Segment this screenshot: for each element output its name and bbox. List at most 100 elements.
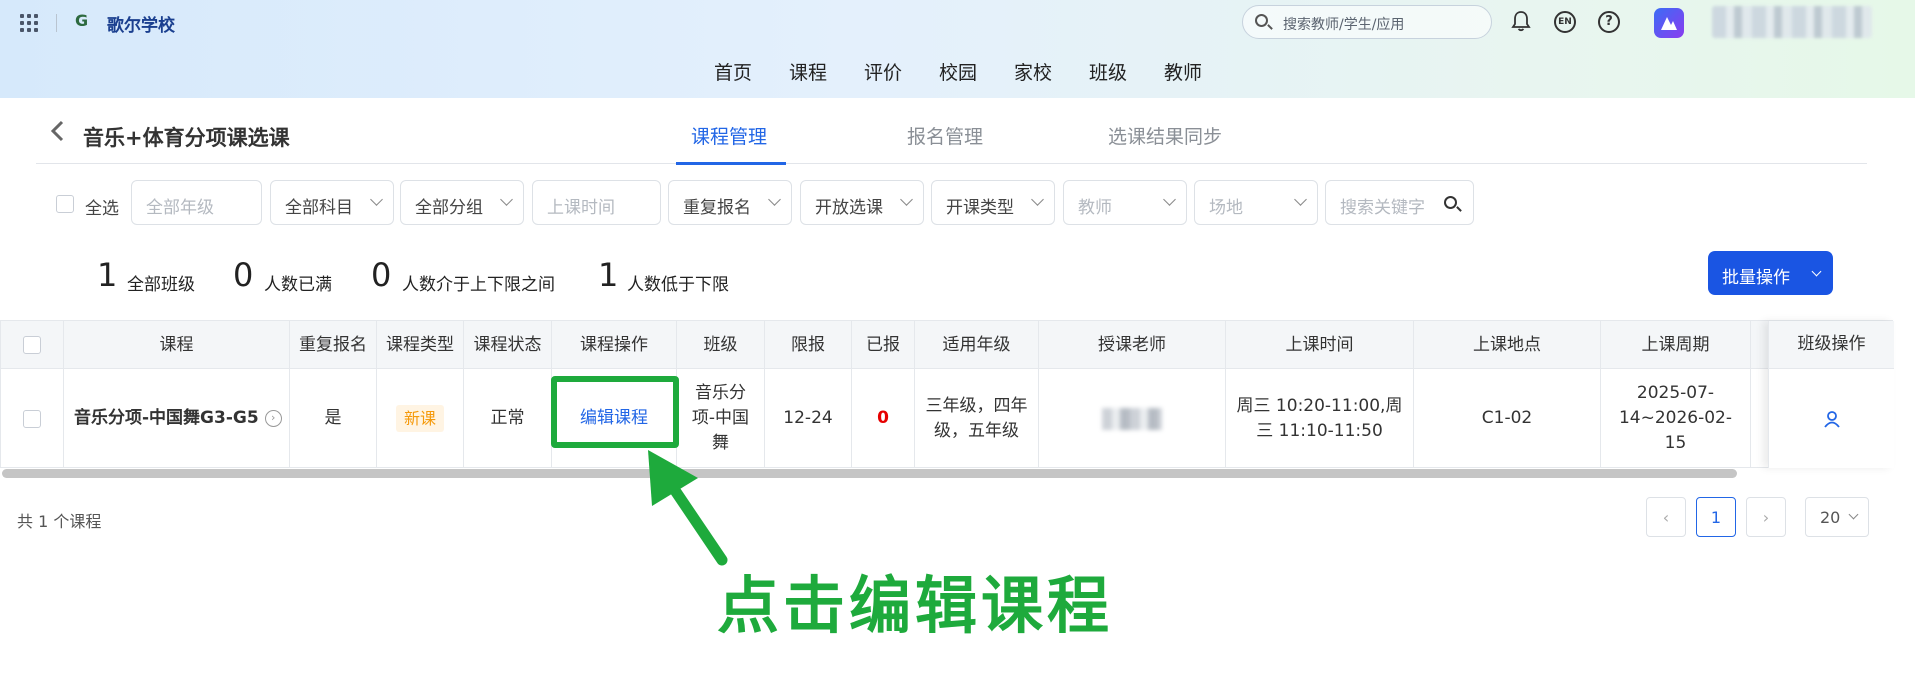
chevron-down-icon [1294,193,1307,206]
stat-between-label: 人数介于上下限之间 [402,275,555,295]
chevron-right-circle-icon[interactable]: › [264,410,282,427]
filter-subject[interactable]: 全部科目 [270,180,394,225]
active-tab-indicator [676,162,786,165]
back-arrow-icon[interactable] [50,120,64,142]
row-checkbox[interactable] [23,409,41,428]
search-icon [1444,196,1457,209]
top-header: G 歌尔学校 搜索教师/学生/应用 EN ? 首页 课程 评价 校园 家校 班级… [0,0,1915,98]
header-time: 上课时间 [1226,321,1414,369]
tab-enrollment-management[interactable]: 报名管理 [907,122,983,149]
table-row-course: 音乐分项-中国舞G3-G5 › [64,369,290,468]
user-icon[interactable] [1823,410,1841,428]
chevron-down-icon [1811,266,1822,277]
global-search-input[interactable]: 搜索教师/学生/应用 [1242,5,1492,39]
main-nav: 首页 课程 评价 校园 家校 班级 教师 [0,58,1915,88]
help-icon[interactable]: ? [1598,11,1620,33]
filter-course-type[interactable]: 开课类型 [931,180,1055,225]
row-enrolled-cell: 0 [852,369,915,468]
keyword-search-input[interactable]: 搜索关键字 [1325,180,1474,225]
filter-teacher-label: 教师 [1078,198,1112,218]
filter-grade-label: 全部年级 [146,198,214,218]
row-select-cell [1,369,64,468]
filter-open-selection[interactable]: 开放选课 [800,180,924,225]
row-teacher-cell [1039,369,1226,468]
row-class-operation-cell [1769,369,1894,468]
filter-grade[interactable]: 全部年级 [131,180,262,225]
row-type-cell: 新课 [377,369,464,468]
stat-below-label: 人数低于下限 [627,275,729,295]
select-all-label: 全选 [85,199,119,219]
stat-full-label: 人数已满 [264,275,332,295]
row-status: 正常 [464,369,552,468]
annotation-highlight-box [551,376,679,448]
row-repeat: 是 [290,369,377,468]
nav-item-home-school[interactable]: 家校 [1014,58,1052,85]
page-number-button[interactable]: 1 [1696,497,1736,537]
header-class: 班级 [677,321,765,369]
school-name[interactable]: 歌尔学校 [107,11,175,36]
course-table: 课程 重复报名 课程类型 课程状态 课程操作 班级 限报 已报 适用年级 授课老… [0,320,1894,468]
prev-page-button[interactable]: ‹ [1646,497,1686,537]
filter-course-type-label: 开课类型 [946,198,1014,218]
chevron-down-icon [1031,193,1044,206]
header-period: 上课周期 [1601,321,1751,369]
app-launcher-icon[interactable] [1654,8,1684,38]
filter-repeat-enroll-label: 重复报名 [683,198,751,218]
stat-full-value: 0 [233,256,254,294]
chevron-down-icon [500,193,513,206]
header-select-cell [1,321,64,369]
header-grades: 适用年级 [915,321,1039,369]
nav-item-evaluation[interactable]: 评价 [864,58,902,85]
apps-grid-icon[interactable] [20,14,38,32]
horizontal-scrollbar[interactable] [2,469,1737,478]
tab-course-management[interactable]: 课程管理 [691,122,767,149]
header-checkbox[interactable] [23,336,41,354]
search-icon [1255,14,1268,27]
nav-item-class[interactable]: 班级 [1089,58,1127,85]
annotation-arrow-icon [648,450,728,566]
filter-venue-label: 场地 [1209,198,1243,218]
tab-bar-divider [36,163,1867,164]
header-action: 课程操作 [552,321,677,369]
chevron-down-icon [768,193,781,206]
bell-icon[interactable] [1511,10,1531,32]
nav-item-campus[interactable]: 校园 [939,58,977,85]
filter-class-time-label: 上课时间 [547,198,615,218]
nav-item-course[interactable]: 课程 [789,58,827,85]
header-type: 课程类型 [377,321,464,369]
page-size-select[interactable]: 20 [1805,497,1869,537]
stat-below-value: 1 [598,256,619,294]
page-title: 音乐+体育分项课选课 [83,126,290,150]
chevron-down-icon [1163,193,1176,206]
next-page-button[interactable]: › [1746,497,1786,537]
chevron-down-icon [900,193,913,206]
filter-open-selection-label: 开放选课 [815,198,883,218]
filter-class-time[interactable]: 上课时间 [532,180,661,225]
language-icon[interactable]: EN [1554,11,1576,33]
select-all-checkbox[interactable] [56,195,74,213]
header-enrolled: 已报 [852,321,915,369]
filter-teacher[interactable]: 教师 [1063,180,1187,225]
header-location: 上课地点 [1414,321,1601,369]
filter-group[interactable]: 全部分组 [400,180,524,225]
keyword-search-placeholder: 搜索关键字 [1340,198,1425,218]
stat-all-classes-label: 全部班级 [127,275,195,295]
filter-repeat-enroll[interactable]: 重复报名 [668,180,792,225]
page-size-value: 20 [1820,508,1841,527]
nav-item-teacher[interactable]: 教师 [1164,58,1202,85]
nav-item-home[interactable]: 首页 [714,58,752,85]
row-period: 2025-07-14~2026-02-15 [1601,369,1751,468]
user-profile-blurred[interactable] [1712,6,1872,38]
filter-venue[interactable]: 场地 [1194,180,1318,225]
annotation-text: 点击编辑课程 [717,569,1114,642]
page: G 歌尔学校 搜索教师/学生/应用 EN ? 首页 课程 评价 校园 家校 班级… [0,0,1915,684]
header-repeat: 重复报名 [290,321,377,369]
course-name[interactable]: 音乐分项-中国舞G3-G5 [74,406,259,431]
tab-result-sync[interactable]: 选课结果同步 [1108,122,1222,149]
chevron-down-icon [1848,509,1859,520]
row-location: C1-02 [1414,369,1601,468]
header-limit: 限报 [765,321,852,369]
stat-all-classes-value: 1 [97,256,118,294]
batch-operation-button[interactable]: 批量操作 [1708,251,1833,295]
header-status: 课程状态 [464,321,552,369]
